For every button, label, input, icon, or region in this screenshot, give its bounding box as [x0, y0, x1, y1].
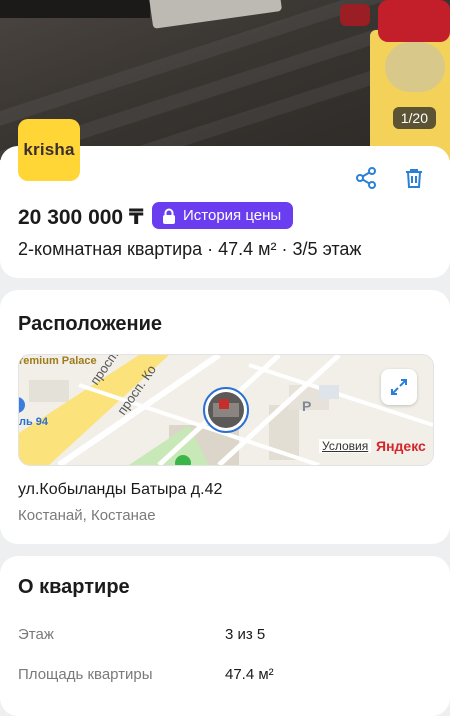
expand-icon: [391, 379, 407, 395]
krisha-logo: krisha: [18, 119, 80, 181]
map-terms-link[interactable]: Условия: [319, 439, 372, 453]
location-title: Расположение: [18, 313, 163, 335]
map-poi-94: ль 94: [19, 416, 49, 428]
photo-toy-car: [378, 0, 450, 42]
area-label: Площадь квартиры: [18, 666, 153, 683]
yandex-logo: Яндекс: [376, 438, 426, 454]
floor-value: 3 из 5: [225, 626, 266, 643]
photo-furniture: [0, 0, 150, 18]
listing-price: 20 300 000 ₸: [18, 206, 144, 229]
location-card: Расположение remium Palace ль 94 просп. …: [0, 290, 450, 544]
location-map[interactable]: remium Palace ль 94 просп. К просп. Ко P…: [18, 354, 434, 466]
listing-description: 2-комнатная квартира · 47.4 м² · 3/5 эта…: [18, 239, 362, 259]
address-street: ул.Кобыланды Батыра д.42: [18, 481, 223, 498]
map-poi-premium: remium Palace: [19, 355, 97, 367]
share-button[interactable]: [352, 164, 380, 192]
area-value: 47.4 м²: [225, 666, 274, 683]
address-city: Костанай, Костанае: [18, 507, 156, 524]
floor-label: Этаж: [18, 626, 54, 643]
photo-toy: [340, 4, 370, 26]
photo-counter: 1/20: [392, 107, 436, 129]
photo-rug: [147, 0, 283, 29]
map-expand-button[interactable]: [381, 369, 417, 405]
trash-icon: [406, 169, 422, 188]
photo-play-mat-print: [385, 42, 445, 92]
share-icon: [356, 167, 376, 189]
price-history-label: История цены: [183, 207, 282, 224]
map-parking-label: P: [302, 398, 312, 414]
lock-icon: [163, 208, 175, 224]
price-history-button[interactable]: История цены: [152, 202, 294, 229]
about-title: О квартире: [18, 576, 130, 598]
delete-button[interactable]: [400, 164, 428, 192]
about-apartment-card: О квартире Этаж 3 из 5 Площадь квартиры …: [0, 556, 450, 716]
